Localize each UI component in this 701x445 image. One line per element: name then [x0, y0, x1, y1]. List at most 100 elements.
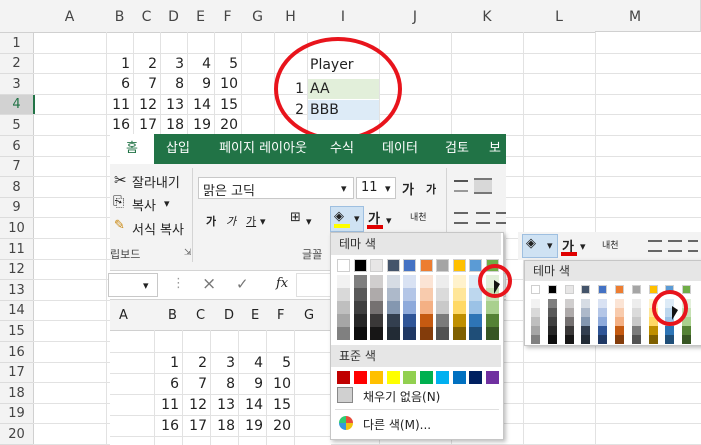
theme-color-swatch[interactable] [337, 259, 350, 272]
format-painter-button[interactable]: 서식 복사 [132, 219, 184, 238]
column-header-I[interactable]: I [307, 0, 380, 33]
cut-button[interactable]: 잘라내기 [132, 172, 180, 191]
theme-shade-swatch[interactable] [353, 288, 367, 301]
theme-shade-swatch[interactable] [485, 327, 499, 340]
column-header-B[interactable]: B [106, 0, 134, 33]
number-cell[interactable]: 13 [160, 95, 187, 116]
inner-number-cell[interactable]: 16 [154, 416, 182, 436]
theme-shade-swatch[interactable] [386, 288, 400, 301]
standard-color-swatch[interactable] [353, 371, 367, 384]
theme-color-swatch[interactable] [581, 285, 591, 294]
theme-color-swatch[interactable] [436, 259, 449, 272]
dropdown-arrow-icon[interactable]: ▾ [260, 215, 266, 228]
tab-home[interactable]: 홈 [110, 134, 154, 164]
inner-number-cell[interactable]: 13 [210, 395, 238, 415]
fill-color-button[interactable]: ◈ ▾ [522, 234, 558, 258]
inner-number-cell[interactable]: 12 [182, 395, 210, 415]
row-header-9[interactable]: 9 [0, 198, 34, 218]
row-header-19[interactable]: 19 [0, 404, 34, 424]
inner-number-cell[interactable]: 11 [154, 395, 182, 415]
align-left-icon[interactable] [648, 240, 662, 252]
theme-shade-swatch[interactable] [564, 299, 574, 308]
theme-shade-swatch[interactable] [615, 326, 624, 335]
theme-shade-swatch[interactable] [337, 301, 350, 314]
theme-shade-swatch[interactable] [370, 327, 383, 340]
inner-column-header-C[interactable]: C [196, 308, 205, 323]
inner-number-cell[interactable]: 20 [266, 416, 294, 436]
cancel-icon[interactable]: × [202, 274, 216, 294]
align-right-icon[interactable] [688, 240, 698, 252]
theme-color-swatch[interactable] [547, 285, 557, 294]
column-header-M[interactable]: M [595, 0, 701, 32]
number-cell[interactable]: 14 [187, 95, 214, 116]
number-cell[interactable]: 1 [106, 54, 133, 75]
theme-shade-swatch[interactable] [564, 326, 574, 335]
tab-formulas[interactable]: 수식 [320, 134, 364, 164]
theme-shade-swatch[interactable] [531, 326, 540, 335]
theme-shade-swatch[interactable] [403, 301, 416, 314]
theme-shade-swatch[interactable] [547, 335, 557, 344]
number-cell[interactable]: 17 [133, 115, 160, 136]
theme-shade-swatch[interactable] [436, 301, 449, 314]
number-cell[interactable]: 20 [214, 115, 241, 136]
number-cell[interactable]: 10 [214, 74, 241, 95]
tab-review[interactable]: 검토 [432, 134, 482, 164]
theme-shade-swatch[interactable] [682, 335, 692, 344]
align-left-icon[interactable] [454, 212, 468, 224]
theme-shade-swatch[interactable] [386, 275, 400, 288]
theme-shade-swatch[interactable] [436, 314, 449, 327]
number-cell[interactable]: 9 [187, 74, 214, 95]
inner-number-cell[interactable]: 15 [266, 395, 294, 415]
theme-shade-swatch[interactable] [436, 288, 449, 301]
font-size-combo[interactable]: 11 ▾ [356, 177, 396, 199]
column-header-D[interactable]: D [160, 0, 188, 33]
theme-shade-swatch[interactable] [386, 314, 400, 327]
theme-shade-swatch[interactable] [337, 275, 350, 288]
theme-color-swatch[interactable] [531, 285, 540, 294]
more-colors-option[interactable]: 다른 색(M)... [333, 413, 499, 435]
theme-shade-swatch[interactable] [598, 335, 608, 344]
theme-color-swatch[interactable] [682, 285, 692, 294]
theme-shade-swatch[interactable] [581, 335, 591, 344]
theme-color-swatch[interactable] [370, 259, 383, 272]
shrink-font-button[interactable]: 가 [426, 181, 436, 197]
theme-shade-swatch[interactable] [469, 301, 482, 314]
inner-number-cell[interactable]: 10 [266, 374, 294, 394]
select-all-corner[interactable] [0, 0, 34, 33]
inner-number-cell[interactable]: 19 [238, 416, 266, 436]
theme-shade-swatch[interactable] [337, 288, 350, 301]
row-header-17[interactable]: 17 [0, 363, 34, 383]
inner-number-cell[interactable]: 17 [182, 416, 210, 436]
inner-number-cell[interactable]: 14 [238, 395, 266, 415]
theme-shade-swatch[interactable] [631, 335, 641, 344]
no-fill-option[interactable]: 채우기 없음(N) [333, 385, 499, 407]
number-cell[interactable]: 3 [160, 54, 187, 75]
number-cell[interactable]: 8 [160, 74, 187, 95]
name-box[interactable]: ▾ [108, 273, 158, 297]
theme-shade-swatch[interactable] [615, 317, 624, 326]
row-header-6[interactable]: 6 [0, 136, 34, 157]
theme-shade-swatch[interactable] [337, 314, 350, 327]
row-header-20[interactable]: 20 [0, 424, 34, 445]
theme-shade-swatch[interactable] [598, 308, 608, 317]
inner-number-cell[interactable]: 6 [154, 374, 182, 394]
theme-color-swatch[interactable] [386, 259, 400, 272]
bold-button[interactable]: 가 [206, 213, 216, 229]
theme-shade-swatch[interactable] [665, 326, 675, 335]
tab-page-layout[interactable]: 페이지 레이아웃 [208, 134, 318, 164]
theme-shade-swatch[interactable] [353, 314, 367, 327]
theme-shade-swatch[interactable] [419, 288, 433, 301]
theme-shade-swatch[interactable] [353, 275, 367, 288]
phonetic-guide-button[interactable]: 내천 [602, 238, 619, 251]
theme-shade-swatch[interactable] [581, 299, 591, 308]
theme-shade-swatch[interactable] [631, 308, 641, 317]
row-header-16[interactable]: 16 [0, 342, 34, 363]
theme-shade-swatch[interactable] [403, 288, 416, 301]
borders-icon[interactable]: ⊞ [290, 210, 301, 225]
standard-color-swatch[interactable] [337, 371, 350, 384]
theme-shade-swatch[interactable] [419, 327, 433, 340]
theme-shade-swatch[interactable] [564, 308, 574, 317]
grow-font-button[interactable]: 가 [402, 179, 414, 198]
column-header-J[interactable]: J [379, 0, 452, 33]
fill-color-button[interactable]: ◈ ▾ [330, 206, 364, 232]
